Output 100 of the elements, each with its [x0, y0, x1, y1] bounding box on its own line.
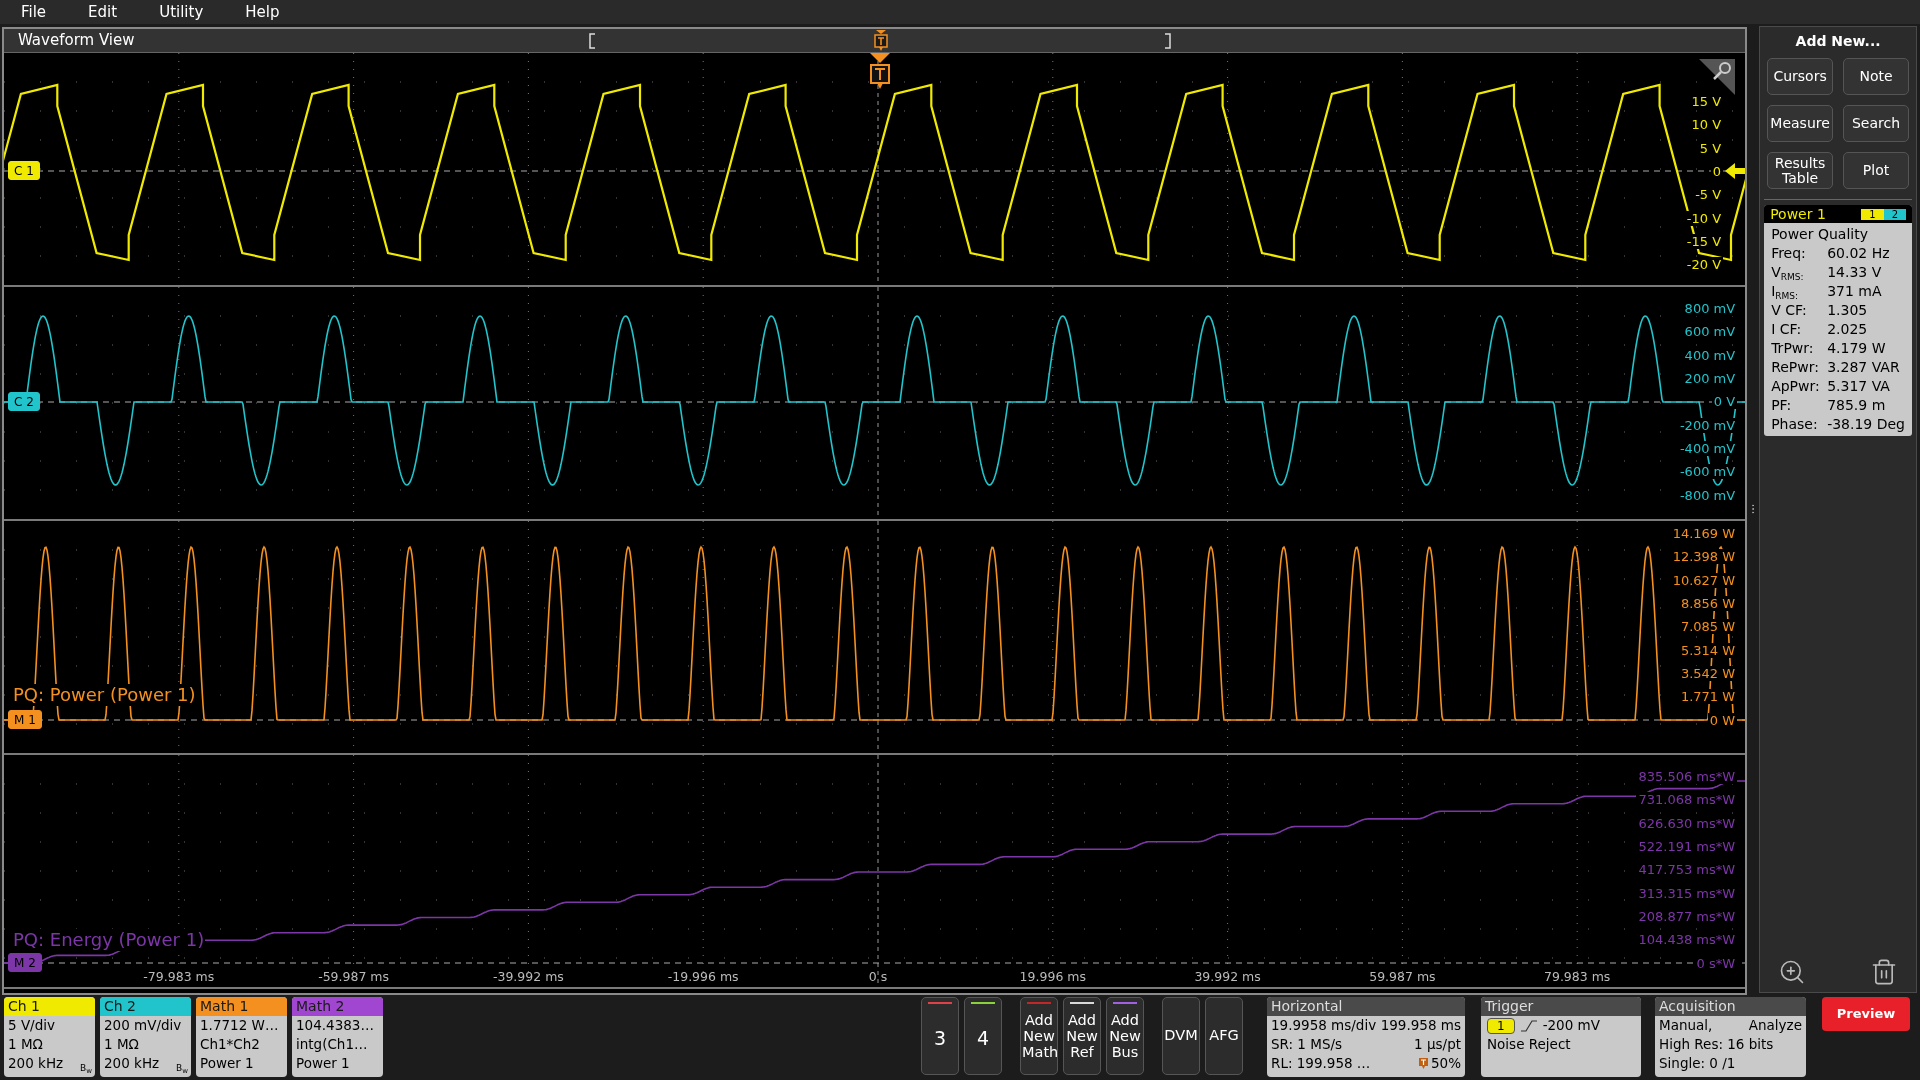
result-label: V$_{RMS:}$	[1771, 263, 1805, 282]
add-button[interactable]: Add New Math	[1020, 997, 1058, 1075]
trigger-source-tag: 1	[1487, 1017, 1515, 1034]
axis-label: -15 V	[1684, 233, 1724, 249]
time-axis-label: 39.992 ms	[1194, 968, 1261, 987]
horizontal-setting: SR: 1 MS/s	[1271, 1035, 1343, 1054]
result-value: 60.02 Hz	[1827, 244, 1890, 263]
bracket-icon[interactable]	[1164, 33, 1172, 49]
result-label: RePwr:	[1771, 358, 1820, 377]
result-label: Freq:	[1771, 244, 1807, 263]
delete-icon[interactable]	[1870, 958, 1898, 986]
acquisition-badge[interactable]: Acquisition Manual, Analyze High Res: 16 bits Single: 0 /1	[1655, 997, 1806, 1077]
panel-button[interactable]: Cursors	[1767, 58, 1834, 95]
channel-button[interactable]: 4	[964, 997, 1002, 1075]
result-value: 3.287 VAR	[1827, 358, 1900, 377]
channel-badge[interactable]: Ch 1 5 V/div 1 MΩ 200 kHz B$_{w}$	[4, 997, 95, 1077]
result-label: V CF:	[1771, 301, 1808, 320]
result-label: I CF:	[1771, 320, 1803, 339]
horizontal-setting: 19.9958 ms/div	[1271, 1016, 1377, 1035]
channel-badge[interactable]: Math 1 1.7712 W… Ch1*Ch2 Power 1	[196, 997, 287, 1077]
channel-marker[interactable]: C 2	[8, 392, 40, 411]
trigger-marker-icon[interactable]	[872, 30, 890, 52]
panel-title: Add New...	[1794, 32, 1882, 51]
trigger-mode: Noise Reject	[1487, 1035, 1572, 1054]
channel-setting: 104.4383…	[296, 1017, 374, 1033]
channel-setting: Power 1	[200, 1055, 254, 1071]
trigger-marker-icon[interactable]	[868, 53, 892, 91]
horizontal-setting: 50%	[1431, 1054, 1461, 1073]
rising-edge-icon	[1520, 1019, 1537, 1032]
channel-setting: 5 V/div	[8, 1017, 55, 1033]
result-title: Power 1	[1770, 205, 1826, 224]
channel-setting: Power 1	[296, 1055, 350, 1071]
panel-button[interactable]: Search	[1843, 105, 1909, 142]
axis-label: -600 mV	[1677, 464, 1738, 480]
tool-button[interactable]: DVM	[1162, 997, 1200, 1075]
axis-label: -800 mV	[1677, 487, 1738, 503]
menu-item[interactable]: Utility	[158, 0, 205, 24]
menu-item[interactable]: Help	[244, 0, 281, 24]
trigger-position-icon	[1419, 1058, 1428, 1069]
axis-label: -400 mV	[1677, 440, 1738, 456]
horizontal-setting: 199.958 ms	[1380, 1016, 1461, 1035]
acquisition-setting: Manual,	[1659, 1016, 1713, 1035]
panel-button[interactable]: Plot	[1843, 152, 1909, 189]
level-arrow-icon[interactable]	[1725, 161, 1746, 181]
view-title: Waveform View	[18, 30, 135, 52]
axis-label: 0 W	[1707, 712, 1738, 728]
channel-title: Math 1	[196, 997, 287, 1016]
channel-setting: 1 MΩ	[8, 1036, 43, 1052]
channel-badge[interactable]: Math 2 104.4383… intg(Ch1… Power 1	[292, 997, 383, 1077]
badge-title: Acquisition	[1655, 997, 1806, 1016]
horizontal-setting: RL: 199.958 …	[1271, 1054, 1371, 1073]
panel-button[interactable]: Results Table	[1767, 152, 1834, 189]
channel-title: Math 2	[292, 997, 383, 1016]
panel-button[interactable]: Note	[1843, 58, 1909, 95]
horizontal-setting: 1 µs/pt	[1414, 1035, 1461, 1054]
result-value: 14.33 V	[1827, 263, 1882, 282]
bracket-icon[interactable]	[588, 33, 596, 49]
channel-setting: 200 mV/div	[104, 1017, 182, 1033]
horizontal-badge[interactable]: Horizontal 19.9958 ms/div 199.958 ms SR: 1 MS/s 1 µs/pt RL: 199.958 … 50%	[1267, 997, 1465, 1077]
result-label: ApPwr:	[1771, 377, 1821, 396]
badge-title: Trigger	[1481, 997, 1641, 1016]
zoom-corner-icon[interactable]	[1699, 59, 1736, 95]
tool-button[interactable]: AFG	[1205, 997, 1243, 1075]
add-button[interactable]: Add New Bus	[1106, 997, 1144, 1075]
channel-setting: 200 kHz	[8, 1055, 64, 1071]
channel-setting: 1 MΩ	[104, 1036, 139, 1052]
channel-setting: 1.7712 W…	[200, 1017, 279, 1033]
channel-marker[interactable]: C 1	[8, 161, 40, 180]
menu-item[interactable]: File	[20, 0, 48, 24]
time-axis-label: 59.987 ms	[1369, 968, 1436, 987]
result-label: I$_{RMS:}$	[1771, 282, 1800, 301]
channel-button[interactable]: 3	[921, 997, 959, 1075]
time-axis-label: -39.992 ms	[492, 968, 564, 987]
axis-label: 800 mV	[1682, 301, 1738, 317]
preview-button[interactable]: Preview	[1822, 997, 1910, 1031]
menu-item[interactable]: Edit	[87, 0, 119, 24]
result-value: 2.025	[1827, 320, 1868, 339]
add-button[interactable]: Add New Ref	[1063, 997, 1101, 1075]
time-axis-label: 79.983 ms	[1544, 968, 1611, 987]
axis-label: -10 V	[1684, 210, 1724, 226]
channel-title: Ch 1	[4, 997, 95, 1016]
result-value: 4.179 W	[1827, 339, 1886, 358]
acquisition-setting: Single: 0 /1	[1659, 1054, 1737, 1073]
channel-badge[interactable]: Ch 2 200 mV/div 1 MΩ 200 kHz B$_{w}$	[100, 997, 191, 1077]
axis-label: 8.856 W	[1678, 596, 1738, 612]
channel-setting: Ch1*Ch2	[200, 1036, 260, 1052]
channel-setting: intg(Ch1…	[296, 1036, 368, 1052]
panel-button[interactable]: Measure	[1767, 105, 1834, 142]
result-badge[interactable]: Power 1 1 2 Power Quality Freq: 60.02 Hz V$_{RMS:}$ 14.33 V I$_{RMS:}$ 371 mA V CF: 1.305 I CF: 2.025 TrPwr: 4.179 W RePwr: 3.287 VAR ApPwr: 5.317 VA PF: 785.9 m Phase: -38.19 Deg	[1764, 205, 1912, 436]
time-axis-label: -19.996 ms	[667, 968, 739, 987]
result-value: -38.19 Deg	[1827, 415, 1905, 434]
channel-marker[interactable]: M 1	[8, 710, 42, 729]
pane-label: PQ: Energy (Power 1)	[12, 929, 206, 951]
source-tag: 1	[1861, 208, 1884, 220]
trigger-badge[interactable]: Trigger 1 -200 mV Noise Reject	[1481, 997, 1641, 1077]
badge-title: Horizontal	[1267, 997, 1465, 1016]
result-value: 371 mA	[1827, 282, 1882, 301]
acquisition-setting: Analyze	[1748, 1016, 1802, 1035]
bandwidth-mark: B$_{w}$	[80, 1064, 92, 1073]
pane-label: PQ: Power (Power 1)	[12, 684, 197, 706]
